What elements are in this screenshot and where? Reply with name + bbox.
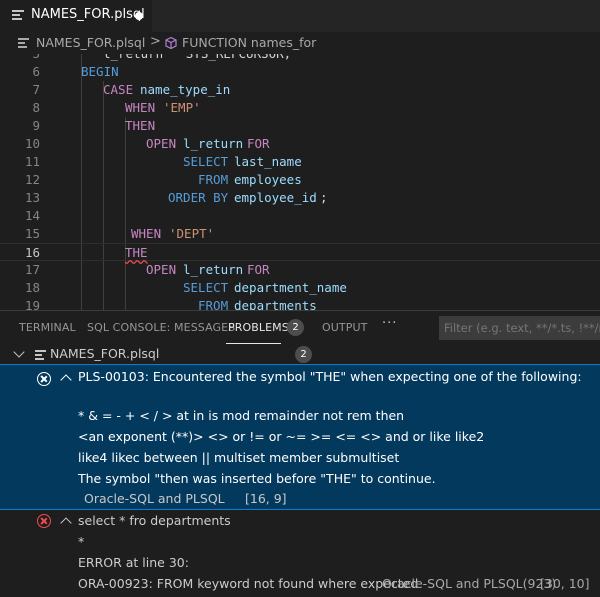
code-line: 13 ORDER BY employee_id ; xyxy=(24,190,328,205)
problem-source: Oracle-SQL and PLSQL xyxy=(84,491,225,506)
editor-tab[interactable]: NAMES_FOR.plsql xyxy=(0,0,152,32)
code-editor[interactable]: 5 l_return SYS_REFCURSOR; 6 BEGIN 7 CASE… xyxy=(0,54,600,310)
file-problem-count-badge: 2 xyxy=(295,346,312,363)
breadcrumb-function[interactable]: FUNCTION names_for xyxy=(182,35,316,50)
code-line: 15 WHEN 'DEPT' xyxy=(24,226,215,241)
code-line: 10 OPEN l_return FOR xyxy=(24,136,270,151)
code-line: 14 xyxy=(24,208,40,223)
problems-list: NAMES_FOR.plsql 2 PLS-00103: Encountered… xyxy=(0,345,600,597)
code-line: 9 THEN xyxy=(32,118,156,133)
code-line: 7 CASE name_type_in xyxy=(32,82,231,97)
chevron-down-icon[interactable] xyxy=(13,346,25,358)
panel-tab-bar: TERMINAL SQL CONSOLE: MESSAGES PROBLEMS … xyxy=(0,310,600,345)
chevron-up-icon[interactable] xyxy=(60,374,72,386)
problem-position: [16, 9] xyxy=(245,491,287,506)
breadcrumb-separator: > xyxy=(150,34,161,49)
unsaved-dot-icon[interactable] xyxy=(135,12,143,20)
code-line: 17 OPEN l_return FOR xyxy=(24,262,270,277)
more-actions-icon[interactable]: ··· xyxy=(382,316,397,331)
editor-tab-title: NAMES_FOR.plsql xyxy=(31,7,145,22)
code-line: 5 l_return SYS_REFCURSOR; xyxy=(0,54,600,63)
code-line: 19 FROM departments xyxy=(24,298,317,310)
file-lines-icon xyxy=(35,350,46,361)
function-cube-icon xyxy=(165,36,177,50)
tab-terminal[interactable]: TERMINAL xyxy=(19,321,76,334)
syntax-error-token: THE xyxy=(125,245,148,260)
problem-item[interactable]: select * fro departments * ERROR at line… xyxy=(0,511,600,597)
problems-file-row[interactable]: NAMES_FOR.plsql 2 xyxy=(0,345,600,364)
code-line: 12 FROM employees xyxy=(24,172,302,187)
editor-tab-bar: NAMES_FOR.plsql xyxy=(0,0,600,32)
tab-output[interactable]: OUTPUT xyxy=(322,321,367,334)
code-line: 8 WHEN 'EMP' xyxy=(32,100,201,115)
breadcrumb-file[interactable]: NAMES_FOR.plsql xyxy=(36,35,145,50)
problems-filter-input[interactable] xyxy=(439,316,600,340)
code-line-current: 16 THE xyxy=(0,243,600,261)
error-icon xyxy=(37,514,51,528)
breadcrumb: NAMES_FOR.plsql > FUNCTION names_for xyxy=(0,32,600,54)
tab-problems[interactable]: PROBLEMS xyxy=(228,321,289,334)
problem-position: [30, 10] xyxy=(540,576,590,591)
error-icon xyxy=(37,372,51,386)
code-line: 18 SELECT department_name xyxy=(24,280,347,295)
problem-item-selected[interactable]: PLS-00103: Encountered the symbol "THE" … xyxy=(0,364,600,510)
file-lines-icon xyxy=(18,38,29,49)
chevron-up-icon[interactable] xyxy=(60,517,72,529)
tab-sql-console-messages[interactable]: SQL CONSOLE: MESSAGES xyxy=(87,321,235,334)
code-line: 6 BEGIN xyxy=(32,64,119,79)
problem-source: Oracle-SQL and PLSQL(923) xyxy=(382,576,557,591)
code-line: 11 SELECT last_name xyxy=(24,154,302,169)
file-lines-icon xyxy=(12,10,24,22)
problems-count-badge: 2 xyxy=(287,319,304,336)
problems-file-name: NAMES_FOR.plsql xyxy=(50,346,160,361)
